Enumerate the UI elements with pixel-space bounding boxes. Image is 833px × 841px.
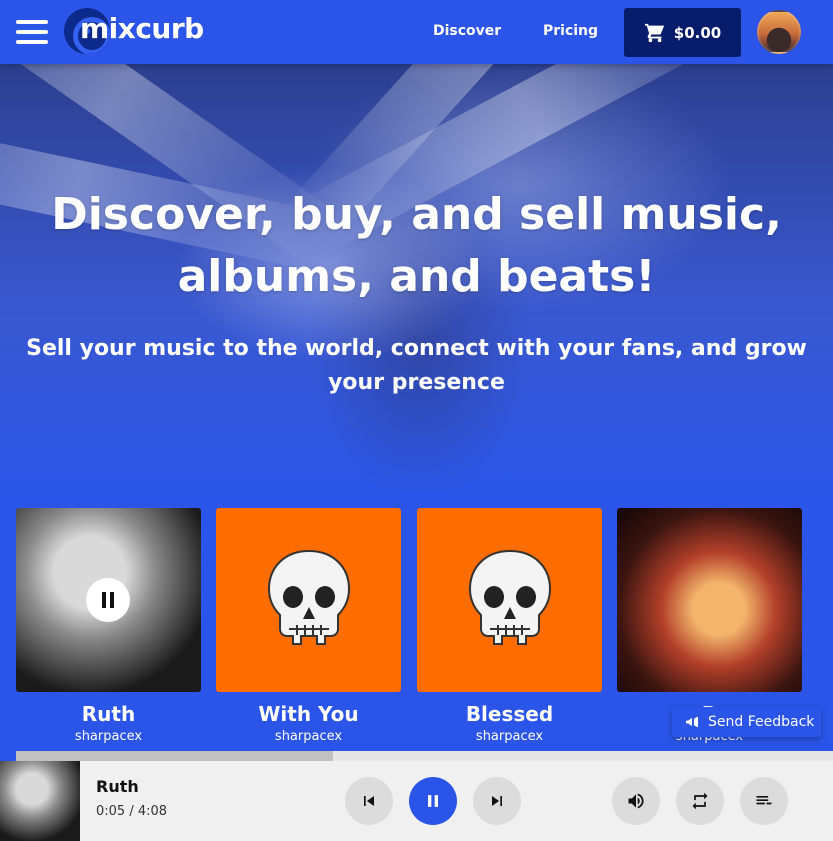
megaphone-icon: [686, 716, 698, 728]
top-app-bar: mixcurb Discover Pricing $0.00: [0, 0, 833, 64]
now-playing-cover[interactable]: [0, 761, 80, 841]
logo-text[interactable]: mixcurb: [80, 12, 204, 45]
volume-icon: [628, 793, 644, 809]
user-avatar[interactable]: [757, 10, 801, 54]
repeat-icon: [692, 792, 708, 810]
album-card[interactable]: Ruth sharpacex: [16, 508, 201, 744]
album-card[interactable]: With You sharpacex: [216, 508, 401, 744]
album-cover[interactable]: [216, 508, 401, 692]
skull-icon: [267, 549, 350, 645]
previous-track-button[interactable]: [345, 777, 393, 825]
album-cover[interactable]: [617, 508, 802, 692]
pause-icon[interactable]: [86, 578, 130, 622]
nav-discover-link[interactable]: Discover: [433, 23, 501, 39]
play-pause-button[interactable]: [409, 777, 457, 825]
next-track-button[interactable]: [473, 777, 521, 825]
volume-button[interactable]: [612, 777, 660, 825]
cart-button[interactable]: $0.00: [624, 8, 741, 57]
nav-pricing-link[interactable]: Pricing: [543, 23, 598, 39]
album-cover[interactable]: [16, 508, 201, 692]
hero-headline: Discover, buy, and sell music, albums, a…: [51, 189, 782, 302]
hero-subheadline: Sell your music to the world, connect wi…: [26, 336, 807, 395]
scrollbar-thumb[interactable]: [16, 751, 333, 761]
audio-player-bar: Ruth 0:05 / 4:08: [0, 761, 833, 841]
cart-total: $0.00: [673, 23, 722, 42]
album-cover[interactable]: [417, 508, 602, 692]
repeat-button[interactable]: [676, 777, 724, 825]
skip-previous-icon: [364, 796, 374, 806]
album-artist[interactable]: sharpacex: [417, 729, 602, 744]
album-artist[interactable]: sharpacex: [216, 729, 401, 744]
send-feedback-label: Send Feedback: [708, 714, 815, 730]
hero-banner: Discover, buy, and sell music, albums, a…: [0, 64, 833, 500]
cart-icon: [644, 23, 664, 42]
album-title[interactable]: Ruth: [16, 702, 201, 726]
skip-next-icon: [492, 796, 502, 806]
playback-time: 0:05 / 4:08: [96, 804, 168, 819]
album-artist[interactable]: sharpacex: [16, 729, 201, 744]
queue-icon: [756, 796, 772, 805]
queue-button[interactable]: [740, 777, 788, 825]
hamburger-menu-icon[interactable]: [16, 20, 48, 44]
album-carousel-scrollbar[interactable]: [16, 751, 833, 761]
skull-icon: [468, 549, 551, 645]
send-feedback-button[interactable]: Send Feedback: [672, 707, 821, 737]
album-card[interactable]: Blessed sharpacex: [417, 508, 602, 744]
pause-icon: [428, 795, 438, 807]
album-title[interactable]: With You: [216, 702, 401, 726]
album-title[interactable]: Blessed: [417, 702, 602, 726]
now-playing-title[interactable]: Ruth: [96, 777, 139, 796]
